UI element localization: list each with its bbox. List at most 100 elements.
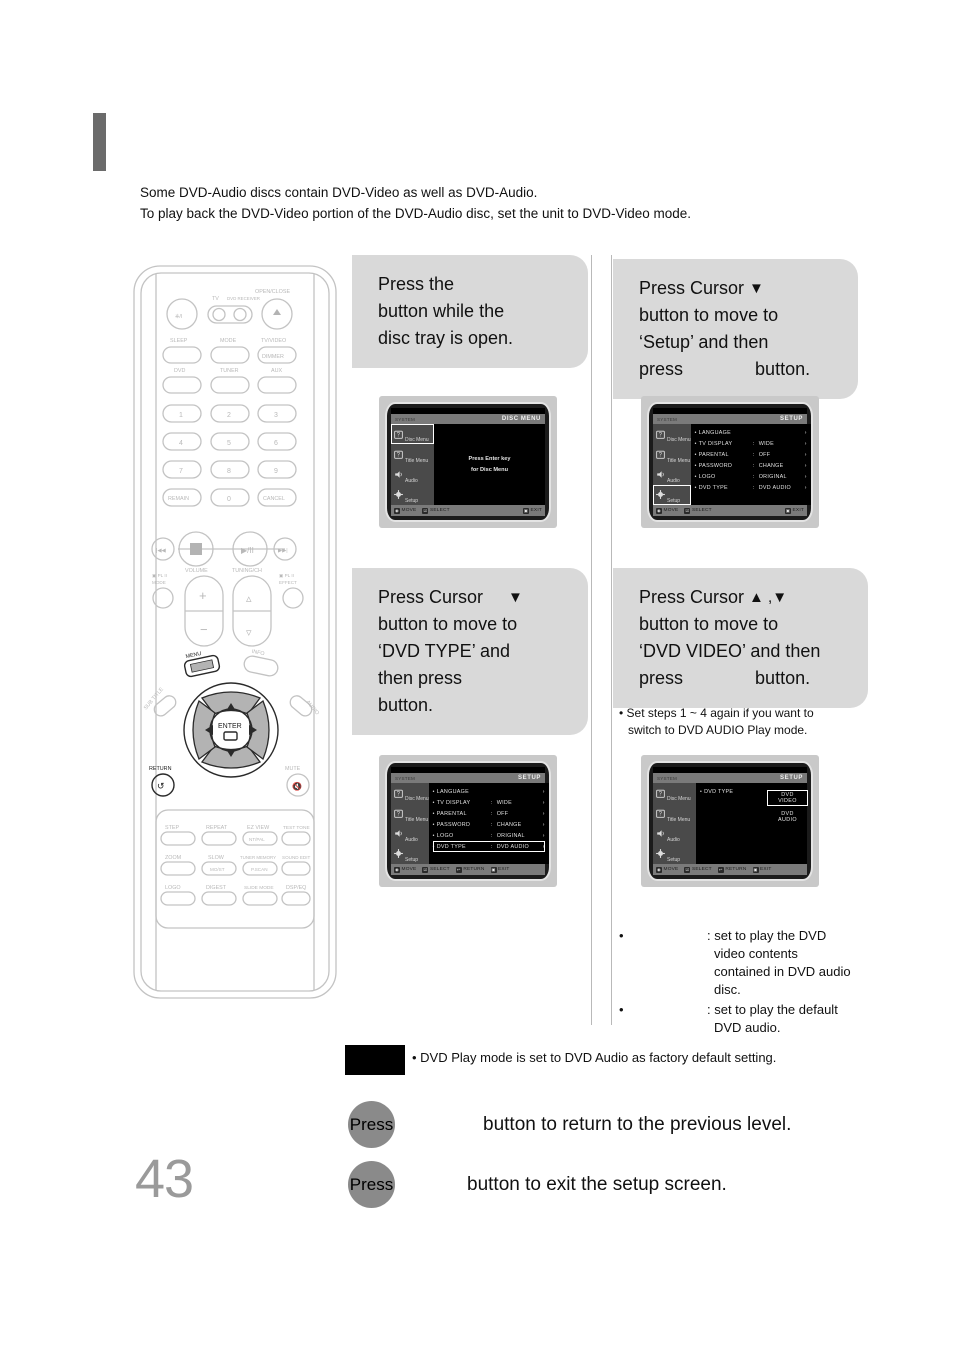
definition-line-1: : set to play the DVD bbox=[707, 928, 827, 943]
svg-text:EZ VIEW: EZ VIEW bbox=[247, 825, 270, 831]
svg-text:?: ? bbox=[397, 432, 401, 438]
speaker-icon bbox=[395, 830, 402, 837]
option-dvd-audio[interactable]: DVD AUDIO bbox=[768, 810, 807, 824]
sidebar-item-setup[interactable]: Setup bbox=[391, 844, 429, 864]
osd-sidebar: ? Disc Menu ? Title Menu Audio Setup bbox=[391, 424, 434, 505]
sidebar-item-audio[interactable]: Audio bbox=[391, 824, 429, 844]
audio-label: AUDIO bbox=[304, 699, 320, 716]
sidebar-item-setup[interactable]: Setup bbox=[391, 485, 434, 505]
sidebar-label: Disc Menu bbox=[667, 437, 691, 444]
footer-move: ◉ MOVE bbox=[394, 507, 417, 514]
menu-row-language[interactable]: • LANGUAGE › bbox=[695, 427, 807, 438]
gear-icon bbox=[656, 490, 665, 500]
gear-icon bbox=[656, 849, 665, 859]
move-key-icon: ◉ bbox=[394, 507, 400, 514]
dvd-type-definitions: • : set to play the DVD video contents c… bbox=[619, 927, 854, 1039]
svg-text:LOGO: LOGO bbox=[165, 885, 181, 891]
svg-text:TEST TONE: TEST TONE bbox=[283, 825, 310, 831]
move-key-icon: ◉ bbox=[394, 866, 400, 873]
menu-row-logo[interactable]: • LOGO : ORIGINAL › bbox=[433, 830, 545, 841]
sidebar-label: Setup bbox=[405, 498, 419, 504]
press-pill-return[interactable]: Press bbox=[348, 1101, 395, 1148]
osd-system-label: SYSTEM bbox=[395, 416, 416, 422]
menu-row-password[interactable]: • PASSWORD : CHANGE › bbox=[433, 819, 545, 830]
tv-screen-dvd-type-options: SYSTEM SETUP ? Disc Menu ? Title Menu Au… bbox=[641, 755, 819, 887]
svg-text:REMAIN: REMAIN bbox=[168, 496, 189, 502]
menu-row-dvd-type[interactable]: • DVD TYPE : DVD AUDIO › bbox=[432, 841, 545, 852]
sidebar-item-audio[interactable]: Audio bbox=[391, 465, 434, 485]
footer-move: ◉ MOVE bbox=[656, 866, 679, 873]
sidebar-label: Audio bbox=[405, 836, 418, 843]
definition-line-2: DVD audio. bbox=[714, 1020, 781, 1035]
exit-key-icon: ▣ bbox=[490, 866, 497, 873]
press-text-exit: button to exit the setup screen. bbox=[467, 1173, 727, 1195]
sidebar-item-audio[interactable]: Audio bbox=[653, 824, 696, 844]
menu-row-password[interactable]: • PASSWORD : CHANGE › bbox=[695, 460, 807, 471]
sidebar-item-setup[interactable]: Setup bbox=[653, 844, 696, 864]
select-key-icon: ☑ bbox=[422, 866, 429, 873]
sidebar-label: Audio bbox=[667, 836, 680, 843]
svg-text:SOUND EDIT: SOUND EDIT bbox=[282, 855, 311, 860]
osd-main-panel: Press Enter key for Disc Menu bbox=[434, 424, 545, 505]
definition-term bbox=[633, 927, 707, 999]
sidebar-item-disc-menu[interactable]: ? Disc Menu bbox=[653, 783, 696, 803]
svg-text:MO/ST: MO/ST bbox=[210, 867, 225, 872]
sidebar-item-disc-menu[interactable]: ? Disc Menu bbox=[653, 424, 691, 444]
svg-text:▿: ▿ bbox=[246, 627, 252, 639]
pl2-mode-label-2: MODE bbox=[152, 580, 166, 585]
menu-row-tv-display[interactable]: • TV DISPLAY : WIDE › bbox=[695, 438, 807, 449]
move-key-icon: ◉ bbox=[656, 866, 662, 873]
bullet-marker: • bbox=[619, 928, 624, 943]
svg-text:ZOOM: ZOOM bbox=[165, 855, 182, 861]
definition-line-3: contained in DVD audio bbox=[714, 964, 851, 979]
osd-main-panel: • LANGUAGE › • TV DISPLAY : WIDE › • PAR… bbox=[690, 424, 811, 505]
menu-row-parental[interactable]: • PARENTAL : OFF › bbox=[695, 449, 807, 460]
tv-label: TV bbox=[212, 296, 219, 302]
tv-screen-setup-main: SYSTEM SETUP ? Disc Menu ? Title Menu Au… bbox=[641, 396, 819, 528]
sidebar-item-title-menu[interactable]: ? Title Menu bbox=[653, 803, 696, 823]
tv-video-label: TV/VIDEO bbox=[261, 338, 286, 344]
definition-term bbox=[633, 1001, 707, 1037]
osd-title: SETUP bbox=[517, 775, 541, 781]
svg-text:9: 9 bbox=[274, 468, 278, 475]
menu-row-dvd-type[interactable]: • DVD TYPE : DVD AUDIO › bbox=[695, 482, 807, 493]
definition-dvd-audio: • : set to play the default DVD audio. bbox=[619, 1001, 854, 1037]
footer-move: ◉ MOVE bbox=[394, 866, 417, 873]
prev-icon: |◀◀ bbox=[156, 548, 166, 554]
press-pill-exit[interactable]: Press bbox=[348, 1161, 395, 1208]
svg-text:▵: ▵ bbox=[246, 593, 252, 605]
svg-text:5: 5 bbox=[227, 440, 231, 447]
svg-text:?: ? bbox=[397, 453, 401, 459]
osd-system-label: SYSTEM bbox=[657, 775, 678, 781]
menu-row-logo[interactable]: • LOGO : ORIGINAL › bbox=[695, 471, 807, 482]
sidebar-item-audio[interactable]: Audio bbox=[653, 465, 691, 485]
cursor-down-icon: ▼ bbox=[508, 589, 523, 606]
option-dvd-video[interactable]: DVD VIDEO bbox=[767, 790, 808, 806]
osd-footer: ◉ MOVE ☑ SELECT ↩ RETURN ▣ EXIT bbox=[653, 864, 807, 875]
sidebar-label: Disc Menu bbox=[405, 796, 429, 803]
menu-row-tv-display[interactable]: • TV DISPLAY : WIDE › bbox=[433, 797, 545, 808]
footer-exit: ▣ EXIT bbox=[785, 507, 804, 514]
osd-title: SETUP bbox=[779, 416, 803, 422]
menu-row-parental[interactable]: • PARENTAL : OFF › bbox=[433, 808, 545, 819]
svg-text:2: 2 bbox=[227, 412, 231, 419]
svg-text:DIGEST: DIGEST bbox=[206, 885, 227, 891]
title-menu-icon: ? bbox=[394, 809, 403, 818]
step-1-line-1: Press the bbox=[378, 274, 455, 294]
menu-row-language[interactable]: • LANGUAGE › bbox=[433, 786, 545, 797]
sidebar-item-title-menu[interactable]: ? Title Menu bbox=[391, 803, 429, 823]
sidebar-label: Title Menu bbox=[405, 816, 429, 823]
svg-text:4: 4 bbox=[179, 440, 183, 447]
sidebar-item-title-menu[interactable]: ? Title Menu bbox=[391, 444, 434, 464]
osd-footer: ◉ MOVE ☑ SELECT ▣ EXIT bbox=[653, 505, 807, 516]
sidebar-item-setup[interactable]: Setup bbox=[653, 485, 691, 505]
svg-text:NT/PAL: NT/PAL bbox=[249, 837, 265, 842]
dvd-receiver-label: DVD RECEIVER bbox=[227, 296, 260, 301]
sidebar-item-disc-menu[interactable]: ? Disc Menu bbox=[391, 783, 429, 803]
svg-text:0: 0 bbox=[227, 496, 231, 503]
sidebar-item-disc-menu[interactable]: ? Disc Menu bbox=[391, 424, 434, 444]
step-4-press: press bbox=[639, 668, 684, 688]
tv-screen-disc-menu: SYSTEM DISC MENU ? Disc Menu ? Title Men… bbox=[379, 396, 557, 528]
footer-return: ↩ RETURN bbox=[717, 866, 747, 873]
sidebar-item-title-menu[interactable]: ? Title Menu bbox=[653, 444, 691, 464]
